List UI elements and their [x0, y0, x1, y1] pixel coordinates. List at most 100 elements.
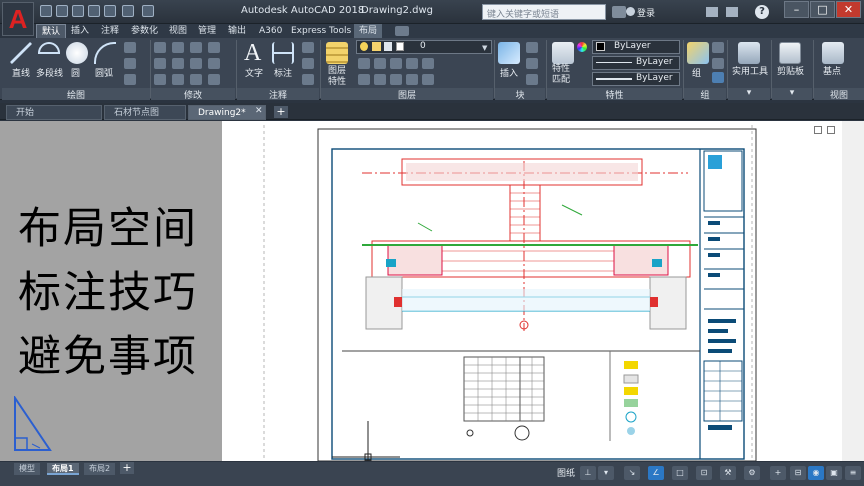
- osnap-icon[interactable]: ∠: [648, 466, 664, 480]
- group-select-icon[interactable]: [712, 72, 724, 83]
- redo-icon[interactable]: [142, 5, 154, 17]
- utilities-panel-dropdown[interactable]: ▾: [728, 88, 770, 100]
- exchange-icon[interactable]: [726, 7, 738, 17]
- layer-properties-icon[interactable]: [326, 42, 348, 64]
- layer-tool-icon[interactable]: [422, 74, 434, 85]
- layout-tab-layout2[interactable]: 布局2: [84, 463, 116, 475]
- dimension-label[interactable]: 标注: [274, 66, 292, 79]
- save-icon[interactable]: [72, 5, 84, 17]
- maximize-button[interactable]: □: [810, 1, 835, 18]
- tab-express-tools[interactable]: Express Tools: [286, 24, 356, 38]
- create-block-icon[interactable]: [526, 42, 538, 53]
- group-icon[interactable]: [687, 42, 709, 64]
- search-input[interactable]: 键入关键字或短语: [482, 4, 606, 20]
- grid-icon[interactable]: ⊥: [580, 466, 596, 480]
- text-icon[interactable]: A: [244, 40, 261, 67]
- fillet-icon[interactable]: [190, 58, 202, 69]
- application-menu-button[interactable]: A: [2, 2, 34, 36]
- save-as-icon[interactable]: [88, 5, 100, 17]
- ellipse-icon[interactable]: [124, 74, 136, 85]
- layer-tool-icon[interactable]: [390, 74, 402, 85]
- tab-annotate[interactable]: 注释: [96, 24, 124, 38]
- properties-panel-label[interactable]: 特性: [547, 88, 682, 101]
- clean-screen-icon[interactable]: ▣: [826, 466, 842, 480]
- block-attribute-icon[interactable]: [526, 74, 538, 85]
- drawing-sheet[interactable]: [222, 121, 842, 461]
- ungroup-icon[interactable]: [712, 42, 724, 53]
- help-icon[interactable]: ?: [755, 5, 769, 19]
- calculator-icon[interactable]: [738, 42, 760, 64]
- match-properties-label[interactable]: 特性匹配: [552, 64, 576, 86]
- annotation-scale-icon[interactable]: ⚒: [720, 466, 736, 480]
- ribbon-options-icon[interactable]: [395, 26, 409, 36]
- polyline-label[interactable]: 多段线: [36, 66, 63, 79]
- vertical-scrollbar[interactable]: [842, 121, 864, 461]
- edit-block-icon[interactable]: [526, 58, 538, 69]
- arc-label[interactable]: 圆弧: [95, 66, 113, 79]
- binoculars-icon[interactable]: [612, 6, 626, 18]
- viewport-minimize-icon[interactable]: [814, 126, 822, 134]
- cart-icon[interactable]: [706, 7, 718, 17]
- table-icon[interactable]: [302, 58, 314, 69]
- login-button[interactable]: 登录: [637, 6, 655, 19]
- polar-icon[interactable]: ↘: [624, 466, 640, 480]
- isolate-objects-icon[interactable]: ⊟: [790, 466, 806, 480]
- line-label[interactable]: 直线: [12, 66, 30, 79]
- tab-insert[interactable]: 插入: [66, 24, 94, 38]
- offset-icon[interactable]: [208, 74, 220, 85]
- insert-label[interactable]: 插入: [500, 66, 518, 79]
- annotation-monitor-icon[interactable]: +: [770, 466, 786, 480]
- workspace-gear-icon[interactable]: ⚙: [744, 466, 760, 480]
- circle-icon[interactable]: [66, 42, 88, 64]
- layers-panel-label[interactable]: 图层: [321, 88, 493, 101]
- draw-panel-label[interactable]: 绘图: [2, 88, 150, 101]
- tab-default[interactable]: 默认: [36, 24, 67, 38]
- layout-tab-model[interactable]: 模型: [14, 463, 40, 475]
- tab-start[interactable]: 开始: [6, 105, 102, 120]
- view-panel-label[interactable]: 视图: [814, 88, 864, 101]
- dimension-icon[interactable]: [272, 42, 294, 64]
- modify-panel-label[interactable]: 修改: [151, 88, 235, 101]
- layer-properties-label[interactable]: 图层特性: [328, 66, 354, 88]
- circle-label[interactable]: 圆: [71, 66, 80, 79]
- base-point-icon[interactable]: [822, 42, 844, 64]
- mirror-icon[interactable]: [172, 58, 184, 69]
- tab-layout[interactable]: 布局: [354, 24, 383, 38]
- open-icon[interactable]: [56, 5, 68, 17]
- new-tab-button[interactable]: +: [274, 106, 288, 118]
- user-icon[interactable]: [626, 7, 635, 16]
- layer-tool-icon[interactable]: [406, 74, 418, 85]
- tab-view[interactable]: 视图: [164, 24, 192, 38]
- minimize-button[interactable]: –: [784, 1, 809, 18]
- leader-icon[interactable]: [302, 42, 314, 53]
- tab-a360[interactable]: A360: [254, 24, 287, 38]
- trim-icon[interactable]: [190, 42, 202, 53]
- match-properties-icon[interactable]: [552, 42, 574, 64]
- otrack-icon[interactable]: □: [672, 466, 688, 480]
- hatch-icon[interactable]: [124, 58, 136, 69]
- undo-icon[interactable]: [122, 5, 134, 17]
- clipboard-icon[interactable]: [779, 42, 801, 64]
- hardware-acceleration-icon[interactable]: ◉: [808, 466, 824, 480]
- rotate-icon[interactable]: [172, 42, 184, 53]
- add-layout-button[interactable]: +: [120, 462, 134, 474]
- groups-panel-label[interactable]: 组: [684, 88, 726, 101]
- rectangle-icon[interactable]: [124, 42, 136, 53]
- layer-tool-icon[interactable]: [358, 74, 370, 85]
- base-point-label[interactable]: 基点: [823, 64, 841, 77]
- scale-icon[interactable]: [172, 74, 184, 85]
- paper-space-toggle[interactable]: 图纸: [557, 466, 575, 479]
- layer-tool-icon[interactable]: [406, 58, 418, 69]
- stretch-icon[interactable]: [154, 74, 166, 85]
- annotation-panel-label[interactable]: 注释: [237, 88, 319, 101]
- layer-tool-icon[interactable]: [358, 58, 370, 69]
- markup-icon[interactable]: [302, 74, 314, 85]
- layer-tool-icon[interactable]: [390, 58, 402, 69]
- line-icon[interactable]: [10, 42, 32, 64]
- block-panel-label[interactable]: 块: [495, 88, 545, 101]
- snap-icon[interactable]: ▾: [598, 466, 614, 480]
- tab-stone-detail[interactable]: 石材节点图_t3*: [104, 105, 186, 133]
- erase-icon[interactable]: [208, 42, 220, 53]
- close-button[interactable]: ✕: [836, 1, 861, 18]
- clipboard-label[interactable]: 剪贴板: [777, 64, 804, 77]
